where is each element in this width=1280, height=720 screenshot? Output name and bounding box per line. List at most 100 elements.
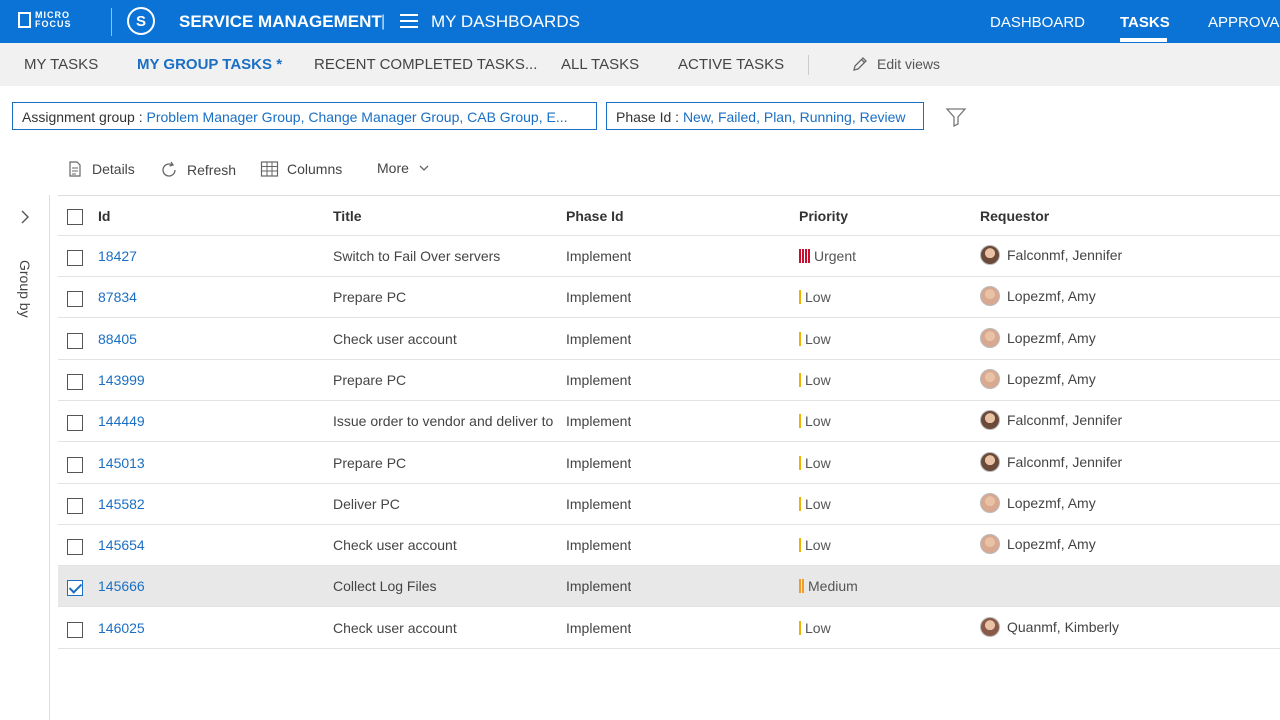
priority-level-icon — [799, 331, 802, 346]
task-requestor: Lopezmf, Amy — [980, 534, 1096, 555]
task-id-link[interactable]: 145666 — [98, 578, 145, 594]
filter-funnel-icon[interactable] — [945, 106, 967, 128]
more-dropdown[interactable]: More — [377, 160, 431, 176]
details-button[interactable]: Details — [66, 160, 135, 178]
task-requestor: Lopezmf, Amy — [980, 492, 1096, 513]
task-id-link[interactable]: 87834 — [98, 289, 137, 305]
priority-label: Low — [805, 413, 831, 430]
tab-my-group-tasks[interactable]: MY GROUP TASKS * — [137, 56, 282, 73]
requestor-avatar — [980, 534, 1000, 555]
table-row[interactable]: 145654 Check user account Implement Low Lope… — [58, 525, 1280, 567]
priority-level-icon — [799, 372, 802, 387]
task-id-link[interactable]: 146025 — [98, 620, 145, 636]
row-checkbox[interactable] — [67, 539, 83, 556]
requestor-name: Quanmf, Kimberly — [1007, 618, 1120, 635]
task-priority: Low — [799, 496, 831, 512]
columns-button[interactable]: Columns — [260, 160, 342, 178]
row-checkbox[interactable] — [67, 456, 83, 473]
task-id-link[interactable]: 145582 — [98, 496, 145, 512]
select-all-checkbox[interactable] — [67, 209, 83, 225]
task-title: Collect Log Files — [333, 578, 437, 595]
requestor-avatar — [980, 327, 1000, 348]
tab-my-tasks[interactable]: MY TASKS — [24, 56, 98, 73]
row-checkbox[interactable] — [67, 415, 83, 432]
title-separator: | — [381, 13, 386, 30]
row-checkbox[interactable] — [67, 580, 83, 597]
task-phase: Implement — [566, 248, 632, 264]
task-id-link[interactable]: 18427 — [98, 248, 137, 264]
requestor-avatar — [980, 492, 1000, 513]
requestor-name: Lopezmf, Amy — [1007, 370, 1096, 387]
refresh-button[interactable]: Refresh — [159, 160, 236, 180]
row-checkbox[interactable] — [67, 373, 83, 390]
table-row[interactable]: 145582 Deliver PC Implement Low Lopezmf, Amy — [58, 484, 1280, 525]
task-priority: Low — [799, 372, 831, 388]
table-row[interactable]: 143999 Prepare PC Implement Low Lopezmf, Amy — [58, 360, 1280, 401]
task-requestor: Lopezmf, Amy — [980, 327, 1096, 348]
nav-dashboard[interactable]: DASHBOARD — [990, 14, 1085, 31]
table-row[interactable]: 87834 Prepare PC Implement Low Lopezmf, Amy — [58, 277, 1280, 319]
nav-tasks[interactable]: TASKS — [1120, 14, 1170, 31]
priority-label: Low — [805, 495, 831, 512]
task-requestor: Lopezmf, Amy — [980, 368, 1096, 389]
task-id-link[interactable]: 144449 — [98, 413, 145, 429]
priority-label: Low — [805, 330, 831, 347]
priority-level-icon — [799, 538, 802, 553]
tab-active-tasks[interactable]: ACTIVE TASKS — [678, 56, 784, 73]
column-header-priority[interactable]: Priority — [799, 208, 848, 224]
tab-all-tasks[interactable]: ALL TASKS — [561, 56, 639, 73]
table-row[interactable]: 144449 Issue order to vendor and deliver … — [58, 401, 1280, 443]
priority-level-icon — [799, 290, 802, 305]
view-tabs-bar: MY TASKS MY GROUP TASKS * RECENT COMPLET… — [0, 43, 1280, 86]
task-requestor: Quanmf, Kimberly — [980, 616, 1120, 637]
assignment-group-filter-label: Assignment group : — [22, 109, 143, 125]
priority-label: Low — [805, 454, 831, 471]
task-priority: Low — [799, 331, 831, 347]
table-header-row: Id Title Phase Id Priority Requestor — [58, 195, 1280, 236]
task-priority: Low — [799, 455, 831, 471]
task-id-link[interactable]: 88405 — [98, 331, 137, 347]
phase-id-filter[interactable]: Phase Id : New, Failed, Plan, Running, R… — [606, 102, 924, 130]
column-header-id[interactable]: Id — [98, 208, 110, 224]
chevron-right-icon[interactable] — [18, 209, 32, 225]
row-checkbox[interactable] — [67, 291, 83, 308]
my-dashboards-link[interactable]: MY DASHBOARDS — [431, 12, 580, 32]
task-phase: Implement — [566, 289, 632, 306]
tab-recent-completed-tasks[interactable]: RECENT COMPLETED TASKS... — [314, 56, 537, 73]
table-row[interactable]: 145666 Collect Log Files Implement Medium — [58, 566, 1280, 608]
top-bar: MICRO FOCUS S SERVICE MANAGEMENT | MY DA… — [0, 0, 1280, 43]
group-by-panel[interactable]: Group by — [0, 195, 50, 720]
topbar-divider — [111, 8, 112, 36]
row-checkbox[interactable] — [67, 621, 83, 638]
task-id-link[interactable]: 145013 — [98, 455, 145, 471]
nav-approvals[interactable]: APPROVAL — [1208, 14, 1280, 31]
requestor-name: Lopezmf, Amy — [1007, 329, 1096, 346]
task-title: Switch to Fail Over servers — [333, 248, 501, 264]
pencil-icon — [853, 57, 867, 71]
table-row[interactable]: 145013 Prepare PC Implement Low Falconmf, Je… — [58, 443, 1280, 484]
nav-active-indicator — [1120, 38, 1167, 42]
row-checkbox[interactable] — [67, 250, 83, 266]
priority-level-icon — [799, 455, 802, 470]
edit-views-button[interactable]: Edit views — [851, 55, 940, 73]
column-header-title[interactable]: Title — [333, 208, 362, 224]
logo-line-2: FOCUS — [35, 19, 72, 29]
priority-label: Low — [805, 371, 831, 388]
service-logo-icon[interactable]: S — [127, 7, 155, 35]
app-title: SERVICE MANAGEMENT — [179, 12, 382, 31]
task-id-link[interactable]: 143999 — [98, 372, 145, 388]
table-row[interactable]: 18427 Switch to Fail Over servers Implemen… — [58, 236, 1280, 277]
task-title: Check user account — [333, 330, 457, 347]
column-header-requestor[interactable]: Requestor — [980, 208, 1049, 224]
requestor-name: Lopezmf, Amy — [1007, 494, 1096, 511]
row-checkbox[interactable] — [67, 332, 83, 349]
hamburger-menu-icon[interactable] — [400, 14, 418, 29]
task-title: Check user account — [333, 619, 457, 636]
table-row[interactable]: 146025 Check user account Implement Low Quan… — [58, 608, 1280, 649]
assignment-group-filter[interactable]: Assignment group : Problem Manager Group… — [12, 102, 597, 130]
requestor-name: Lopezmf, Amy — [1007, 288, 1096, 305]
column-header-phase-id[interactable]: Phase Id — [566, 208, 624, 224]
row-checkbox[interactable] — [67, 497, 83, 514]
task-id-link[interactable]: 145654 — [98, 537, 145, 553]
table-row[interactable]: 88405 Check user account Implement Low Lopez… — [58, 319, 1280, 360]
